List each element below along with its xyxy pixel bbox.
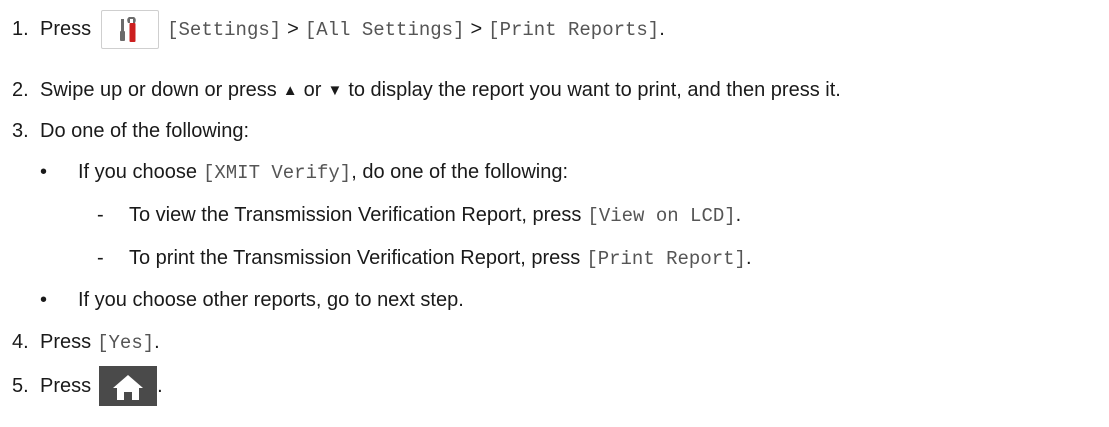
sub-item-text: To view the Transmission Verification Re… xyxy=(129,204,582,226)
sub-item-print-report: - To print the Transmission Verification… xyxy=(97,247,752,270)
sub-item-view-lcd: - To view the Transmission Verification … xyxy=(97,204,741,227)
menu-path-settings: [Settings] xyxy=(167,18,282,41)
option-view-on-lcd: [View on LCD] xyxy=(587,204,736,227)
step-text: to display the report you want to print,… xyxy=(348,79,841,101)
step-number: 1. xyxy=(12,18,29,40)
dash-mark: - xyxy=(97,247,104,269)
step-text: Press xyxy=(40,374,92,397)
step-text: or xyxy=(303,79,322,101)
step-text: Swipe up or down or press xyxy=(40,79,277,101)
settings-tools-icon xyxy=(101,10,160,49)
step-number: 5. xyxy=(12,374,29,397)
menu-path-print-reports: [Print Reports] xyxy=(488,18,660,41)
menu-path-all-settings: [All Settings] xyxy=(304,18,465,41)
bullet-other-reports: • If you choose other reports, go to nex… xyxy=(40,289,464,312)
step-2: 2. Swipe up or down or press ▲ or ▼ to d… xyxy=(12,79,841,102)
bullet-text: If you choose xyxy=(78,161,197,183)
path-separator: > xyxy=(287,18,299,40)
step-number: 2. xyxy=(12,79,29,101)
step-end: . xyxy=(659,18,665,40)
dash-mark: - xyxy=(97,204,104,226)
step-text: Press xyxy=(40,331,92,353)
option-yes: [Yes] xyxy=(97,331,155,354)
option-xmit-verify: [XMIT Verify] xyxy=(202,161,352,184)
step-text: Press xyxy=(40,18,92,40)
bullet-mark: • xyxy=(40,289,48,311)
bullet-text: , do one of the following: xyxy=(351,161,569,183)
step-4: 4. Press [Yes] . xyxy=(12,331,160,354)
bullet-xmit-verify: • If you choose [XMIT Verify] , do one o… xyxy=(40,161,568,184)
step-number: 3. xyxy=(12,120,29,142)
option-print-report: [Print Report] xyxy=(586,247,746,270)
step-3: 3. Do one of the following: xyxy=(12,120,249,143)
step-end: . xyxy=(157,374,163,397)
step-end: . xyxy=(154,331,160,353)
step-1: 1. Press [Settings] > [All Settings] > [… xyxy=(12,10,665,49)
down-arrow-icon: ▼ xyxy=(327,82,343,99)
sub-item-text: To print the Transmission Verification R… xyxy=(129,247,581,269)
step-5: 5. Press . xyxy=(12,366,163,406)
sub-item-end: . xyxy=(735,204,742,226)
home-icon xyxy=(99,366,158,406)
step-text: Do one of the following: xyxy=(40,120,250,142)
path-separator: > xyxy=(470,18,483,40)
sub-item-end: . xyxy=(745,247,752,269)
bullet-mark: • xyxy=(40,161,48,183)
up-arrow-icon: ▲ xyxy=(282,82,298,99)
bullet-text: If you choose other reports, go to next … xyxy=(78,289,464,311)
step-number: 4. xyxy=(12,331,29,353)
